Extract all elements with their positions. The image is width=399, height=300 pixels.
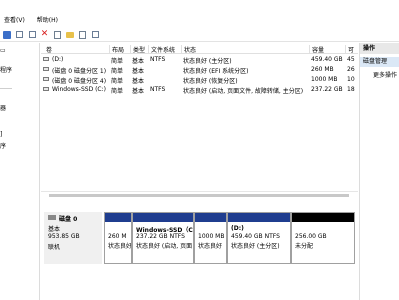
drive-icon <box>43 67 49 71</box>
partition-size: 256.00 GB <box>295 233 327 240</box>
rescan-icon[interactable] <box>78 30 87 39</box>
open-folder-icon[interactable] <box>65 30 74 39</box>
volume-capacity: 459.40 GB <box>311 56 343 63</box>
col-free[interactable]: 可 <box>345 45 354 54</box>
drive-icon <box>43 87 49 91</box>
volume-layout: 简单 <box>111 78 124 85</box>
volume-capacity: 1000 MB <box>311 76 338 83</box>
col-capacity[interactable]: 容量 <box>309 45 324 54</box>
menu-view[interactable]: 查看(V) <box>4 15 25 24</box>
volume-type: 基本 <box>132 68 145 75</box>
volume-status: 状态良好 (主分区) <box>183 58 232 65</box>
scrollbar-thumb[interactable] <box>49 194 349 197</box>
volume-name: (D:) <box>52 56 64 63</box>
volume-name: Windows-SSD (C:) <box>52 86 106 93</box>
table-row[interactable]: Windows-SSD (C:) 简单 基本 NTFS 状态良好 (启动, 页面… <box>41 85 358 95</box>
col-status[interactable]: 状态 <box>181 45 196 54</box>
col-type[interactable]: 类型 <box>130 45 145 54</box>
volume-layout: 简单 <box>111 88 124 95</box>
volume-list-header: 卷 布局 类型 文件系统 状态 容量 可 <box>41 43 358 54</box>
col-filesystem[interactable]: 文件系统 <box>148 45 175 54</box>
volume-list-scrollbar[interactable] <box>41 191 358 198</box>
table-row[interactable]: (D:) 简单 基本 NTFS 状态良好 (主分区) 459.40 GB 45 <box>41 55 358 65</box>
actions-header: 操作 <box>360 43 399 54</box>
actions-section-disk-management[interactable]: 磁盘管理 <box>360 57 399 67</box>
table-row[interactable]: (磁盘 0 磁盘分区 4) 简单 基本 状态良好 (恢复分区) 1000 MB … <box>41 75 358 85</box>
volume-fs: NTFS <box>150 56 166 63</box>
volume-list: 卷 布局 类型 文件系统 状态 容量 可 (D:) 简单 基本 NTFS 状态良… <box>41 43 358 191</box>
volume-fs: NTFS <box>150 86 166 93</box>
partition-status: 状态良好 <box>198 243 223 250</box>
actions-pane: 操作 磁盘管理 更多操作 <box>359 43 399 300</box>
partition-recovery[interactable]: 1000 MB 状态良好 <box>194 212 227 264</box>
disk-management-window: 查看(V) 帮助(H) ✕ ▭ 程序 器 ] 序 卷 布局 类型 文件系统 状态… <box>0 0 399 300</box>
nav-item-programs[interactable]: 程序 <box>0 65 12 74</box>
partition-title: (D:) <box>231 225 244 232</box>
volume-free: 45 <box>347 56 355 63</box>
disk-map: 磁盘 0 基本 953.85 GB 联机 260 M 状态良好 Windows-… <box>41 200 358 300</box>
partition-bar <box>292 213 354 222</box>
navigation-tree: ▭ 程序 器 ] 序 <box>0 43 40 300</box>
disk-name: 磁盘 0 <box>59 216 78 223</box>
partition-size: 260 M <box>108 233 127 240</box>
volume-type: 基本 <box>132 78 145 85</box>
drive-icon <box>43 77 49 81</box>
properties-icon[interactable] <box>53 30 62 39</box>
volume-name: (磁盘 0 磁盘分区 4) <box>52 78 107 85</box>
more-actions-link[interactable]: 更多操作 <box>373 70 397 79</box>
nav-divider <box>0 88 12 89</box>
volume-free: 26 <box>347 66 355 73</box>
partition-size: 459.40 GB NTFS <box>231 233 280 240</box>
nav-root-icon[interactable]: ▭ <box>0 47 6 54</box>
volume-free: 18 <box>347 86 355 93</box>
console-icon[interactable] <box>15 30 24 39</box>
volume-status: 状态良好 (恢复分区) <box>183 78 238 85</box>
view-icon[interactable] <box>91 30 100 39</box>
volume-layout: 简单 <box>111 68 124 75</box>
connect-icon[interactable] <box>28 30 37 39</box>
disk-size: 953.85 GB <box>48 233 80 240</box>
volume-layout: 简单 <box>111 58 124 65</box>
partition-status: 状态良好 (主分区) <box>231 243 280 250</box>
disk-type: 基本 <box>48 226 61 233</box>
partition-status: 未分配 <box>295 243 314 250</box>
partition-bar <box>105 213 131 222</box>
partition-d[interactable]: (D:) 459.40 GB NTFS 状态良好 (主分区) <box>227 212 291 264</box>
volume-status: 状态良好 (EFI 系统分区) <box>183 68 249 75</box>
menu-help[interactable]: 帮助(H) <box>37 15 58 24</box>
volume-capacity: 260 MB <box>311 66 334 73</box>
nav-item-bracket[interactable]: ] <box>0 131 2 138</box>
col-layout[interactable]: 布局 <box>109 45 124 54</box>
toolbar: ✕ <box>0 27 399 42</box>
volume-free: 10 <box>347 76 355 83</box>
nav-item-order[interactable]: 序 <box>0 141 6 150</box>
partition-efi[interactable]: 260 M 状态良好 <box>104 212 132 264</box>
partition-unallocated[interactable]: 256.00 GB 未分配 <box>291 212 355 264</box>
partition-size: 1000 MB <box>198 233 225 240</box>
volume-capacity: 237.22 GB <box>311 86 343 93</box>
partition-bar <box>195 213 226 222</box>
partition-status: 状态良好 <box>108 243 132 250</box>
partition-status: 状态良好 (启动, 页面 <box>136 243 193 250</box>
partition-c[interactable]: Windows-SSD（C 237.22 GB NTFS 状态良好 (启动, 页… <box>132 212 194 264</box>
partition-bar <box>228 213 290 222</box>
menu-bar: 查看(V) 帮助(H) <box>0 14 399 25</box>
delete-icon[interactable]: ✕ <box>40 30 49 39</box>
partition-bar <box>133 213 193 222</box>
volume-type: 基本 <box>132 88 145 95</box>
drive-icon <box>43 57 49 61</box>
disk-0-label[interactable]: 磁盘 0 基本 953.85 GB 联机 <box>44 212 102 264</box>
table-row[interactable]: (磁盘 0 磁盘分区 1) 简单 基本 状态良好 (EFI 系统分区) 260 … <box>41 65 358 75</box>
disk-icon <box>48 215 56 220</box>
disk-status: 联机 <box>48 244 61 251</box>
volume-name: (磁盘 0 磁盘分区 1) <box>52 68 107 75</box>
partition-size: 237.22 GB NTFS <box>136 233 185 240</box>
help-icon[interactable] <box>2 30 11 39</box>
col-volume[interactable]: 卷 <box>44 45 52 54</box>
nav-item-devices[interactable]: 器 <box>0 103 6 112</box>
volume-status: 状态良好 (启动, 页面文件, 故障转储, 主分区) <box>183 88 304 95</box>
volume-type: 基本 <box>132 58 145 65</box>
